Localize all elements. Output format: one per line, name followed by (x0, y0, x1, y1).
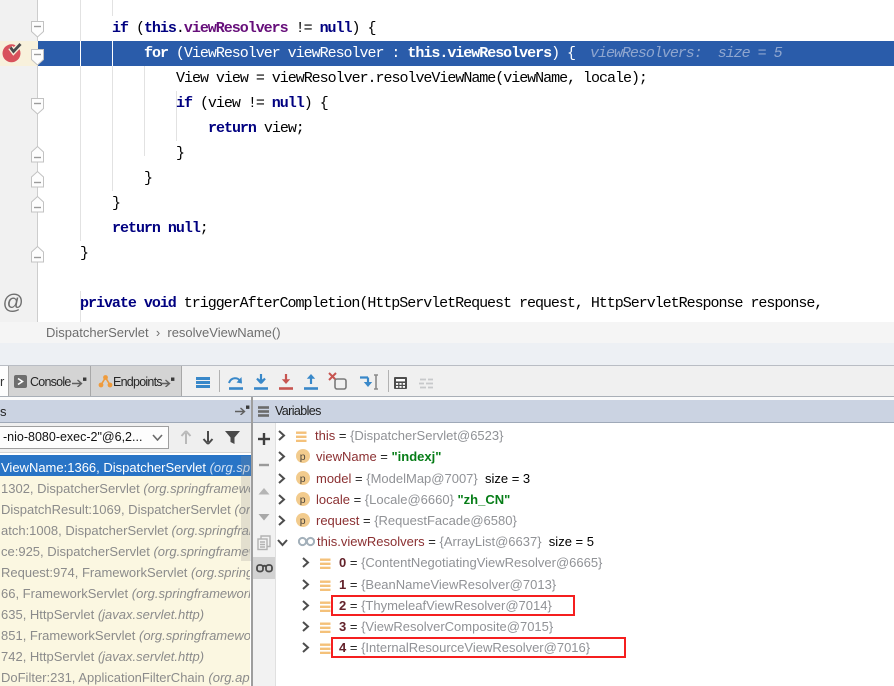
svg-text:p: p (300, 494, 306, 506)
svg-text:p: p (300, 515, 306, 527)
svg-text:p: p (300, 473, 306, 485)
svg-text:@: @ (3, 291, 24, 314)
svg-text:p: p (300, 451, 306, 463)
